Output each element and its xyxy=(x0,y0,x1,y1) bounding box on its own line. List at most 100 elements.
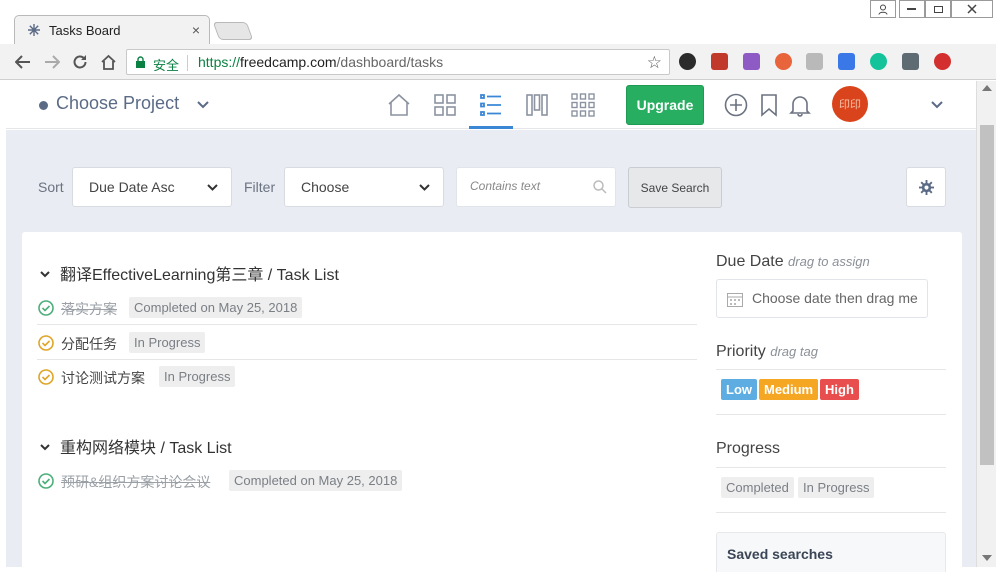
book-extension-icon[interactable] xyxy=(711,53,728,70)
filter-label: Filter xyxy=(244,179,276,195)
account-chevron-down-icon[interactable] xyxy=(930,98,944,112)
search-input-box[interactable] xyxy=(456,167,616,207)
avatar[interactable]: 印印 xyxy=(832,86,868,122)
divider xyxy=(716,467,946,468)
filter-value: Choose xyxy=(301,179,350,195)
priority-tag-medium[interactable]: Medium xyxy=(759,379,819,400)
secure-label: 安全 xyxy=(153,58,180,73)
progress-tag-in-progress[interactable]: In Progress xyxy=(798,477,875,498)
page-scrollbar[interactable] xyxy=(976,81,996,567)
progress-tag-completed[interactable]: Completed xyxy=(721,477,794,498)
sort-select[interactable]: Due Date Asc xyxy=(72,167,232,207)
active-view-indicator xyxy=(469,126,513,129)
completed-check-icon[interactable] xyxy=(38,473,54,489)
url-host: freedcamp.com xyxy=(240,54,337,70)
lock-icon xyxy=(136,56,145,68)
freedcamp-favicon-icon xyxy=(28,24,40,36)
priority-tag-high[interactable]: High xyxy=(820,379,859,400)
task-name[interactable]: 落实方案 xyxy=(61,299,117,319)
pdf-extension-icon[interactable] xyxy=(743,53,760,70)
sort-value: Due Date Asc xyxy=(89,179,175,195)
chevron-down-icon xyxy=(207,184,218,191)
search-icon xyxy=(593,180,607,194)
status-badge: In Progress xyxy=(129,332,206,353)
task-name[interactable]: 分配任务 xyxy=(61,334,117,354)
due-date-title: Due Date drag to assign xyxy=(716,253,870,270)
grammarly-extension-icon[interactable] xyxy=(870,53,887,70)
grid-view-icon[interactable] xyxy=(571,93,595,117)
evernote-extension-icon[interactable] xyxy=(679,53,696,70)
address-bar[interactable]: 安全 https://freedcamp.com/dashboard/tasks… xyxy=(126,49,670,75)
home-view-icon[interactable] xyxy=(387,93,411,117)
task-row[interactable]: 落实方案 Completed on May 25, 2018 xyxy=(37,291,697,325)
add-icon[interactable] xyxy=(724,93,748,117)
bookmark-icon[interactable] xyxy=(757,93,781,117)
progress-title: Progress xyxy=(716,440,781,457)
sort-label: Sort xyxy=(38,179,64,195)
cloud-extension-icon[interactable] xyxy=(902,53,919,70)
forward-icon[interactable] xyxy=(41,51,63,73)
task-list-header[interactable]: 翻译EffectiveLearning第三章 / Task List xyxy=(40,261,339,285)
translate-extension-icon[interactable] xyxy=(838,53,855,70)
divider xyxy=(716,414,946,415)
bell-icon[interactable] xyxy=(788,93,812,117)
browser-tab[interactable]: Tasks Board × xyxy=(14,15,210,45)
tab-close-icon[interactable]: × xyxy=(192,22,200,38)
collapse-caret-icon[interactable] xyxy=(40,442,50,452)
filter-select[interactable]: Choose xyxy=(284,167,444,207)
in-progress-check-icon[interactable] xyxy=(38,369,54,385)
task-row[interactable]: 预研&组织方案讨论会议 Completed on May 25, 2018 xyxy=(37,464,697,498)
restore-icon[interactable] xyxy=(925,0,951,18)
task-row[interactable]: 讨论测试方案 In Progress xyxy=(37,360,697,394)
task-row[interactable]: 分配任务 In Progress xyxy=(37,326,697,360)
status-badge: In Progress xyxy=(159,366,236,387)
due-date-hint: drag to assign xyxy=(788,254,870,269)
chevron-down-icon xyxy=(419,184,430,191)
browser-tab-strip: Tasks Board × xyxy=(0,0,996,45)
in-progress-check-icon[interactable] xyxy=(38,335,54,351)
project-selector[interactable]: Choose Project xyxy=(56,93,179,114)
search-input[interactable] xyxy=(470,179,590,193)
reload-icon[interactable] xyxy=(69,51,91,73)
saved-searches-section[interactable]: Saved searches xyxy=(716,532,946,572)
board-view-icon[interactable] xyxy=(433,93,457,117)
collapse-caret-icon[interactable] xyxy=(40,269,50,279)
scroll-up-icon[interactable] xyxy=(982,85,992,91)
url-text: https://freedcamp.com/dashboard/tasks xyxy=(198,54,443,70)
project-color-dot xyxy=(39,101,48,110)
url-scheme: https:// xyxy=(198,54,241,70)
task-list-header[interactable]: 重构网络模块 / Task List xyxy=(40,434,232,458)
task-name[interactable]: 讨论测试方案 xyxy=(61,368,145,388)
task-name[interactable]: 预研&组织方案讨论会议 xyxy=(61,472,210,492)
bookmark-star-icon[interactable]: ☆ xyxy=(647,53,662,73)
task-list-title: 翻译EffectiveLearning第三章 / Task List xyxy=(60,267,339,284)
infinity-extension-icon[interactable] xyxy=(775,53,792,70)
scroll-thumb[interactable] xyxy=(980,125,994,465)
home-icon[interactable] xyxy=(97,51,119,73)
scroll-down-icon[interactable] xyxy=(982,555,992,561)
save-search-button[interactable]: Save Search xyxy=(628,167,722,208)
minimize-icon[interactable] xyxy=(899,0,925,18)
gear-icon xyxy=(919,180,934,195)
tab-title: Tasks Board xyxy=(49,23,121,38)
chevron-down-icon[interactable] xyxy=(196,98,210,112)
status-badge: Completed on May 25, 2018 xyxy=(129,297,303,318)
due-date-picker[interactable]: Choose date then drag me xyxy=(716,279,928,318)
profile-icon[interactable] xyxy=(870,0,896,18)
url-path: /dashboard/tasks xyxy=(336,54,444,70)
completed-check-icon[interactable] xyxy=(38,300,54,316)
divider xyxy=(716,369,946,370)
upgrade-button[interactable]: Upgrade xyxy=(626,85,704,125)
red-extension-icon[interactable] xyxy=(934,53,951,70)
kanban-view-icon[interactable] xyxy=(525,93,549,117)
calendar-icon xyxy=(727,293,743,307)
back-icon[interactable] xyxy=(12,51,34,73)
priority-tag-low[interactable]: Low xyxy=(721,379,757,400)
acrobat-extension-icon[interactable] xyxy=(806,53,823,70)
status-badge: Completed on May 25, 2018 xyxy=(229,470,403,491)
list-view-icon[interactable] xyxy=(479,93,503,117)
close-window-icon[interactable] xyxy=(951,0,993,18)
new-tab-button[interactable] xyxy=(212,22,254,40)
main-content: Sort Due Date Asc Filter Choose Save Sea… xyxy=(6,130,976,572)
settings-button[interactable] xyxy=(906,167,946,207)
